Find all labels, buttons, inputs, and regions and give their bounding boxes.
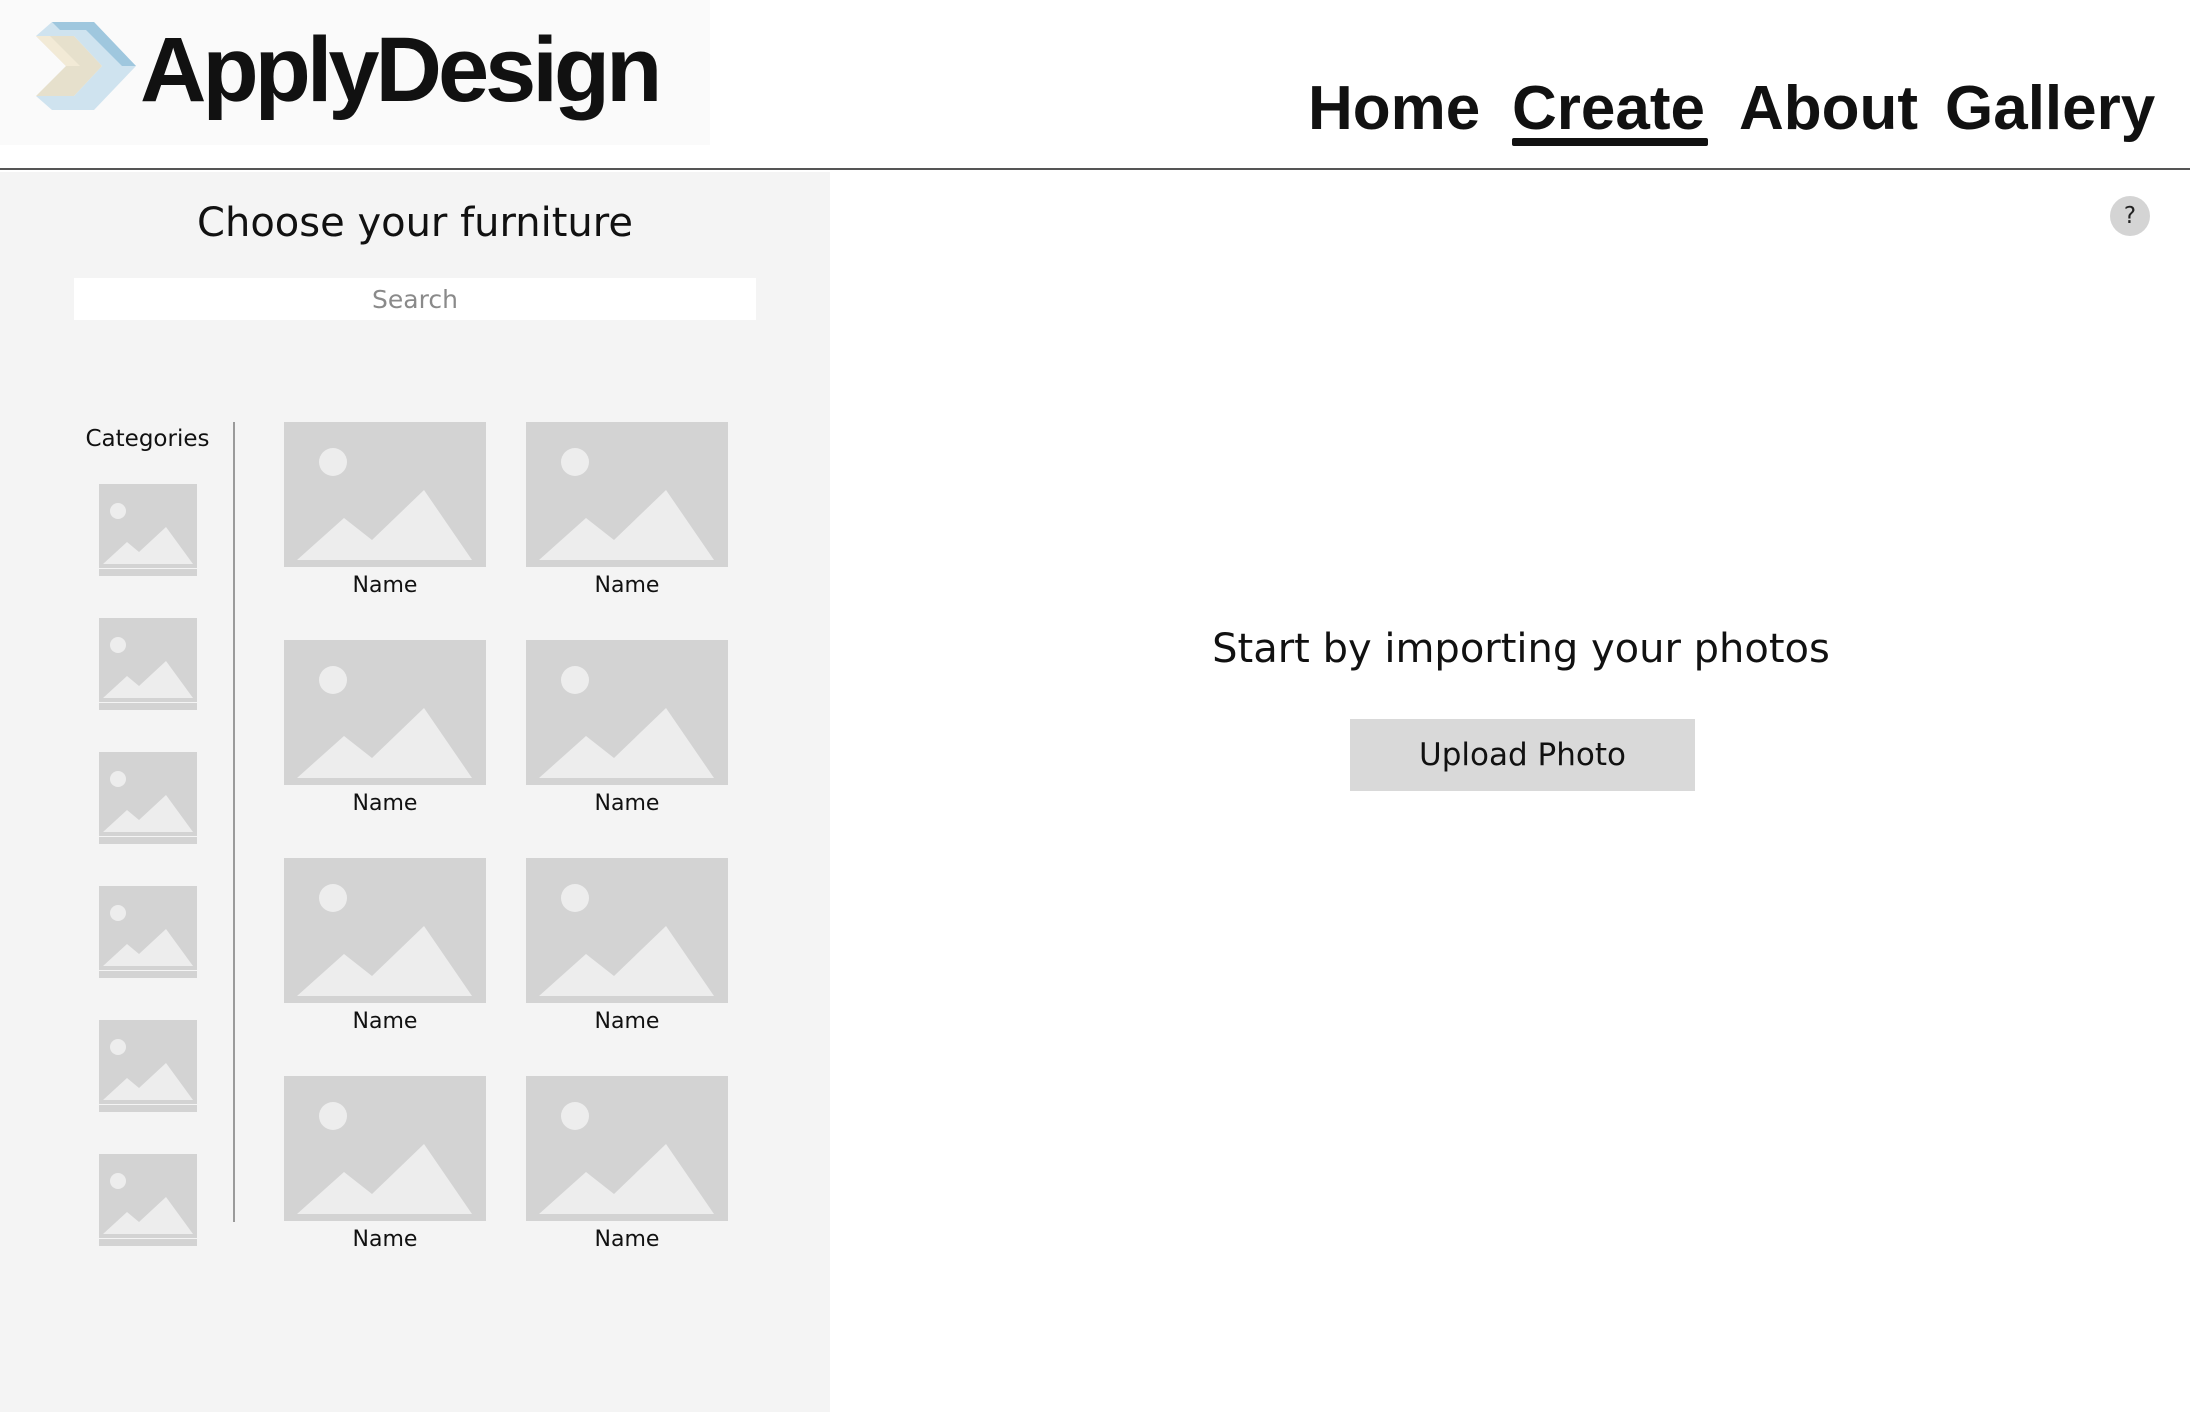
nav-gallery[interactable]: Gallery	[1945, 66, 2155, 156]
image-placeholder-icon	[526, 640, 728, 785]
product-name: Name	[352, 791, 418, 816]
image-placeholder-icon	[284, 422, 486, 567]
nav-active-underline	[1512, 138, 1708, 146]
furniture-sidebar: Choose your furniture Categories	[0, 172, 830, 1412]
product-name: Name	[352, 1227, 418, 1252]
nav-home[interactable]: Home	[1308, 66, 1480, 156]
image-placeholder-icon	[99, 752, 197, 844]
image-placeholder-icon	[284, 640, 486, 785]
image-placeholder-icon	[526, 1076, 728, 1221]
import-prompt: Start by importing your photos	[1212, 626, 1830, 672]
sidebar-title: Choose your furniture	[197, 200, 633, 246]
image-placeholder-icon	[284, 1076, 486, 1221]
app-root: ApplyDesign Home Create About Gallery Ch…	[0, 0, 2190, 1412]
upload-photo-button[interactable]: Upload Photo	[1350, 719, 1695, 791]
nav-about[interactable]: About	[1739, 66, 1918, 156]
category-item[interactable]	[99, 1020, 197, 1112]
categories-label: Categories	[85, 426, 210, 452]
product-name: Name	[352, 1009, 418, 1034]
product-card[interactable]: Name	[526, 422, 728, 598]
product-name: Name	[594, 1009, 660, 1034]
image-placeholder-icon	[99, 1154, 197, 1246]
canvas-area: ? Start by importing your photos Upload …	[830, 172, 2190, 1412]
category-item[interactable]	[99, 484, 197, 576]
search-input[interactable]	[74, 278, 756, 320]
logo-chevron-icon	[36, 22, 136, 110]
product-card[interactable]: Name	[284, 640, 486, 816]
product-name: Name	[352, 573, 418, 598]
product-card[interactable]: Name	[526, 640, 728, 816]
product-card[interactable]: Name	[284, 1076, 486, 1252]
image-placeholder-icon	[526, 858, 728, 1003]
category-divider	[233, 422, 235, 1222]
product-card[interactable]: Name	[284, 422, 486, 598]
logo-text: ApplyDesign	[140, 19, 662, 121]
logo[interactable]: ApplyDesign	[0, 0, 710, 145]
help-button[interactable]: ?	[2110, 196, 2150, 236]
image-placeholder-icon	[526, 422, 728, 567]
category-item[interactable]	[99, 752, 197, 844]
product-card[interactable]: Name	[284, 858, 486, 1034]
image-placeholder-icon	[284, 858, 486, 1003]
product-card[interactable]: Name	[526, 1076, 728, 1252]
image-placeholder-icon	[99, 618, 197, 710]
product-name: Name	[594, 791, 660, 816]
category-item[interactable]	[99, 886, 197, 978]
product-name: Name	[594, 1227, 660, 1252]
top-header: ApplyDesign Home Create About Gallery	[0, 0, 2190, 170]
image-placeholder-icon	[99, 886, 197, 978]
image-placeholder-icon	[99, 484, 197, 576]
product-name: Name	[594, 573, 660, 598]
category-item[interactable]	[99, 1154, 197, 1246]
category-item[interactable]	[99, 618, 197, 710]
product-card[interactable]: Name	[526, 858, 728, 1034]
image-placeholder-icon	[99, 1020, 197, 1112]
